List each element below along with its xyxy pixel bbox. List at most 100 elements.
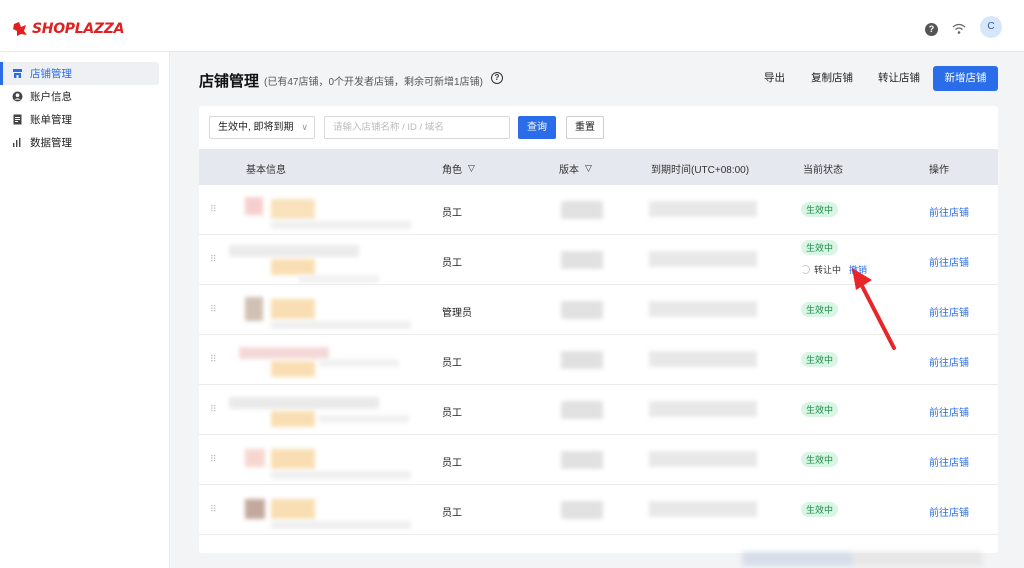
transfer-store-button[interactable]: 转让店铺	[878, 70, 920, 85]
store-name-redacted	[229, 397, 379, 409]
redacted-area	[742, 548, 982, 568]
sidebar-item-label: 数据管理	[30, 137, 72, 149]
table-row: ⠿ 员工 生效中 前往店铺	[199, 485, 998, 535]
page-subtitle: (已有47店铺，0个开发者店铺，剩余可新增1店铺)	[264, 77, 483, 88]
store-thumbnail	[245, 499, 265, 519]
go-to-store-link[interactable]: 前往店铺	[929, 204, 969, 219]
brand-logo[interactable]: SHOPLAZZA	[12, 21, 124, 37]
store-thumbnail	[271, 411, 315, 427]
store-thumbnail	[245, 449, 265, 467]
status-filter-select[interactable]: 生效中, 即将到期 ∨	[209, 116, 315, 139]
sidebar-item-label: 账户信息	[30, 91, 72, 103]
store-name-redacted	[271, 499, 315, 519]
status-badge: 生效中	[801, 202, 839, 217]
copy-store-button[interactable]: 复制店铺	[811, 70, 853, 85]
version-redacted	[561, 501, 603, 519]
expiry-redacted	[649, 251, 757, 267]
column-header-actions: 操作	[929, 165, 949, 176]
store-domain-redacted	[271, 521, 411, 529]
store-name-redacted	[229, 245, 359, 257]
top-bar: SHOPLAZZA ? C	[0, 0, 1024, 52]
table-row: ⠿ 员工 生效中 前往店铺	[199, 385, 998, 435]
status-badge: 生效中	[801, 352, 839, 367]
avatar[interactable]: C	[980, 16, 1002, 38]
filter-icon[interactable]: ▽	[585, 163, 592, 174]
loading-spinner-icon	[801, 265, 810, 274]
drag-handle-icon[interactable]: ⠿	[210, 504, 217, 515]
status-badge: 生效中	[801, 502, 839, 517]
store-thumbnail	[245, 197, 263, 215]
status-badge: 生效中	[801, 240, 839, 255]
role-cell: 员工	[442, 208, 462, 219]
version-redacted	[561, 351, 603, 369]
sidebar: 店铺管理 账户信息 账单管理 数据管理	[0, 52, 170, 568]
version-redacted	[561, 251, 603, 269]
go-to-store-link[interactable]: 前往店铺	[929, 404, 969, 419]
go-to-store-link[interactable]: 前往店铺	[929, 454, 969, 469]
expiry-redacted	[649, 301, 757, 317]
store-name-redacted	[271, 299, 315, 319]
question-icon[interactable]: ?	[491, 72, 503, 84]
search-input[interactable]	[324, 116, 510, 139]
status-badge: 生效中	[801, 452, 839, 467]
expiry-redacted	[649, 201, 757, 217]
role-cell: 员工	[442, 508, 462, 519]
table-row: ⠿ 员工 生效中 前往店铺	[199, 435, 998, 485]
drag-handle-icon[interactable]: ⠿	[210, 254, 217, 265]
status-badge: 生效中	[801, 302, 839, 317]
sidebar-item-billing[interactable]: 账单管理	[0, 108, 159, 131]
drag-handle-icon[interactable]: ⠿	[210, 204, 217, 215]
reset-button[interactable]: 重置	[566, 116, 604, 139]
new-store-button[interactable]: 新增店铺	[933, 66, 998, 91]
version-redacted	[561, 451, 603, 469]
filter-icon[interactable]: ▽	[468, 163, 475, 174]
sidebar-item-label: 账单管理	[30, 114, 72, 126]
go-to-store-link[interactable]: 前往店铺	[929, 354, 969, 369]
store-name-redacted	[271, 199, 315, 219]
role-cell: 员工	[442, 408, 462, 419]
page-title: 店铺管理	[199, 73, 260, 90]
column-header-version[interactable]: 版本 ▽	[559, 161, 592, 176]
store-domain-redacted	[271, 321, 411, 329]
column-header-role[interactable]: 角色 ▽	[442, 161, 475, 176]
expiry-redacted	[649, 501, 757, 517]
table-header: 基本信息 角色 ▽ 版本 ▽ 到期时间(UTC+08:00) 当前状态 操作	[199, 149, 998, 185]
export-button[interactable]: 导出	[764, 70, 785, 85]
version-redacted	[561, 301, 603, 319]
drag-handle-icon[interactable]: ⠿	[210, 304, 217, 315]
store-domain-redacted	[299, 275, 379, 283]
top-icons: ? C	[925, 16, 1002, 38]
drag-handle-icon[interactable]: ⠿	[210, 354, 217, 365]
sidebar-item-data[interactable]: 数据管理	[0, 131, 159, 154]
store-icon	[13, 69, 22, 78]
store-thumbnail	[271, 259, 315, 275]
go-to-store-link[interactable]: 前往店铺	[929, 504, 969, 519]
bill-icon	[13, 114, 22, 125]
brand-name: SHOPLAZZA	[32, 21, 125, 37]
version-redacted	[561, 201, 603, 219]
help-icon[interactable]: ?	[925, 22, 938, 36]
store-name-redacted	[271, 449, 315, 469]
store-thumbnail	[245, 297, 263, 321]
shoplazza-logo-icon	[13, 22, 27, 36]
go-to-store-link[interactable]: 前往店铺	[929, 254, 969, 269]
version-redacted	[561, 401, 603, 419]
wifi-icon[interactable]	[952, 23, 966, 35]
store-thumbnail	[239, 347, 329, 359]
chevron-down-icon: ∨	[301, 122, 308, 132]
sidebar-item-store-management[interactable]: 店铺管理	[0, 62, 159, 85]
transfer-status-text: 转让中	[814, 265, 842, 275]
role-cell: 管理员	[442, 308, 472, 319]
go-to-store-link[interactable]: 前往店铺	[929, 304, 969, 319]
drag-handle-icon[interactable]: ⠿	[210, 454, 217, 465]
query-button[interactable]: 查询	[518, 116, 556, 139]
expiry-redacted	[649, 351, 757, 367]
bar-chart-icon	[13, 138, 21, 147]
sidebar-item-account-info[interactable]: 账户信息	[0, 85, 159, 108]
expiry-redacted	[649, 401, 757, 417]
annotation-arrow-icon	[852, 268, 896, 350]
store-domain-redacted	[319, 415, 409, 423]
status-filter-value: 生效中, 即将到期	[218, 122, 294, 133]
drag-handle-icon[interactable]: ⠿	[210, 404, 217, 415]
role-cell: 员工	[442, 258, 462, 269]
